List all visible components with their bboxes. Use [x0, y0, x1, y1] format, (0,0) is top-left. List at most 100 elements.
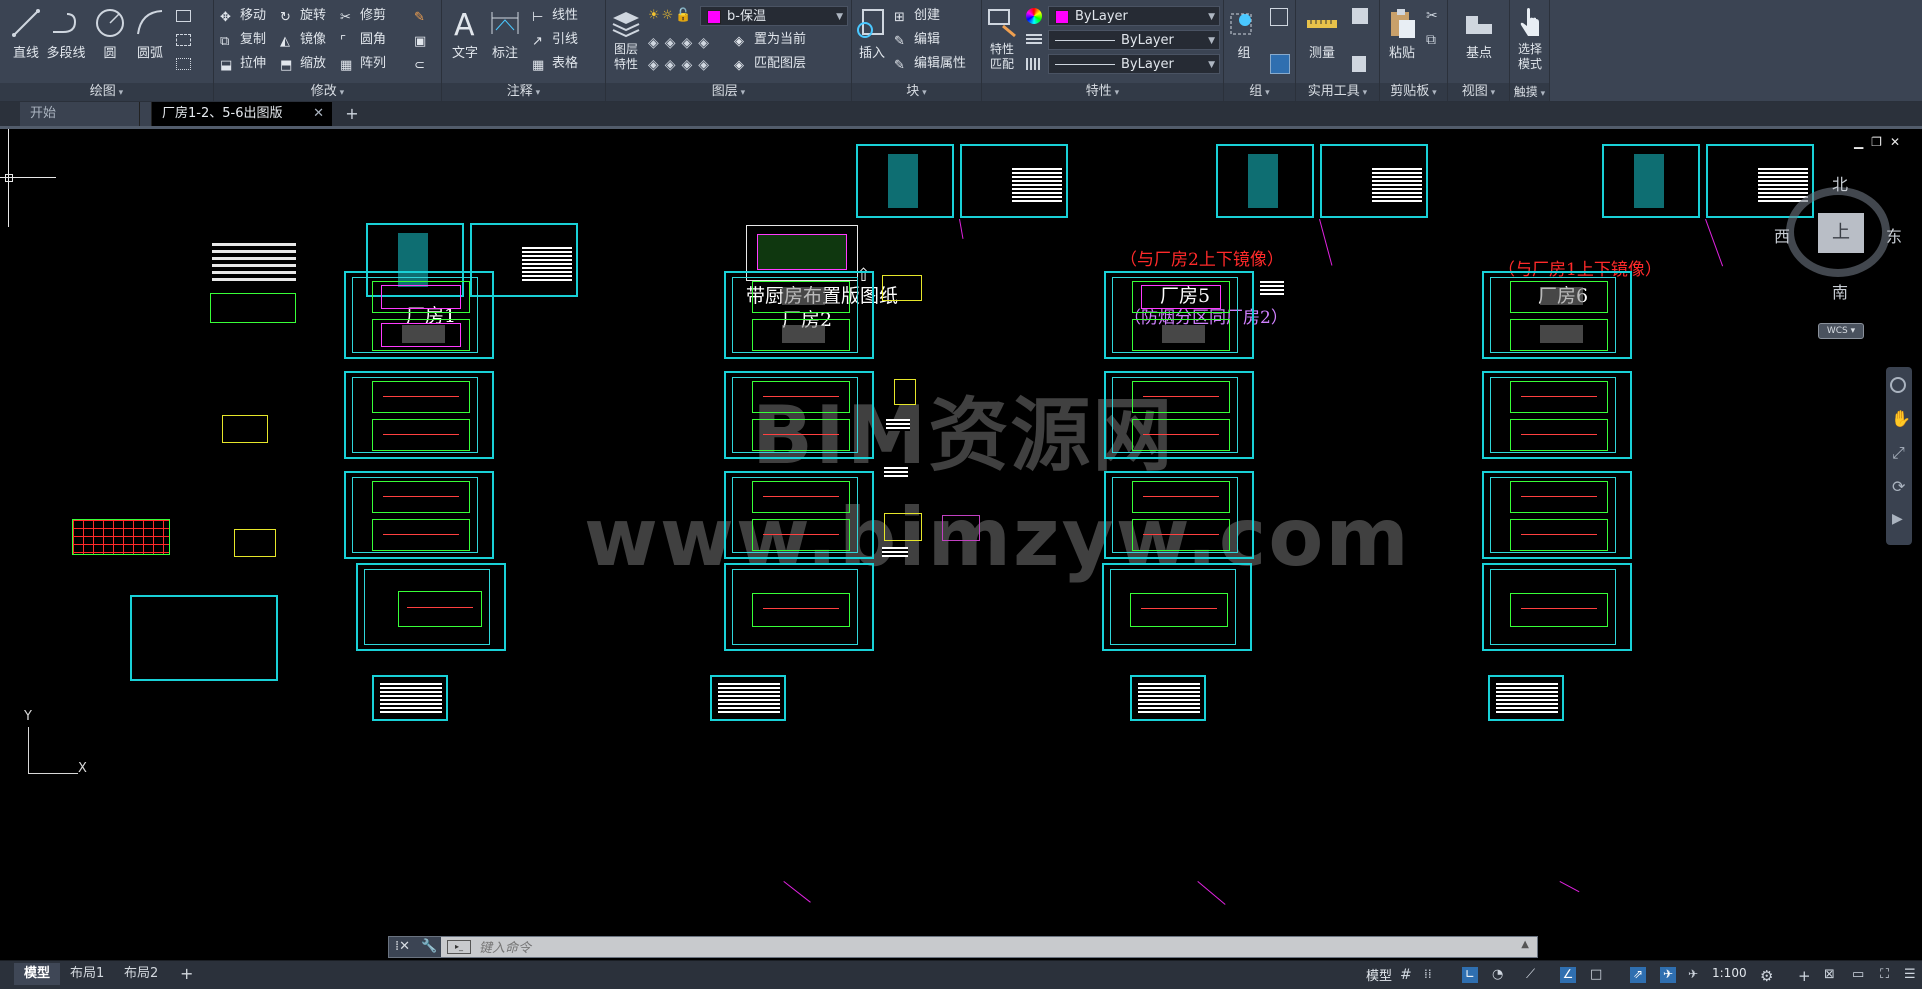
table-tool[interactable]: ▦ 表格: [532, 54, 578, 74]
draw-panel-title[interactable]: 绘图: [0, 83, 213, 101]
floor-plan-sheet[interactable]: [1104, 371, 1254, 459]
floor-plan-sheet[interactable]: [1104, 271, 1254, 359]
group-edit-icon[interactable]: [1270, 8, 1288, 26]
leader-tool[interactable]: ↗ 引线: [532, 30, 578, 50]
layer-lock-icon[interactable]: 🔓: [675, 8, 693, 23]
array-tool[interactable]: ▦ 阵列: [340, 54, 386, 74]
isolate-icon[interactable]: ⊠: [1824, 967, 1840, 983]
command-expand-icon[interactable]: ▲: [1521, 939, 1529, 950]
wcs-menu[interactable]: WCS ▾: [1818, 323, 1864, 339]
site-plan-outline[interactable]: [210, 293, 296, 323]
roof-plan-sheet[interactable]: [1102, 563, 1252, 651]
edit-block-tool[interactable]: ✎ 编辑: [894, 30, 940, 50]
viewcube-east[interactable]: 东: [1886, 223, 1902, 247]
stretch-tool[interactable]: ⬓ 拉伸: [220, 54, 266, 74]
close-icon[interactable]: ✕: [313, 102, 324, 126]
match-layer-tool[interactable]: ◈ 匹配图层: [734, 54, 806, 74]
layers-panel-title[interactable]: 图层: [606, 83, 851, 101]
layout-tab-model[interactable]: 模型: [14, 963, 61, 985]
edit-attributes-tool[interactable]: ✎ 编辑属性: [894, 54, 966, 74]
move-tool[interactable]: ✥ 移动: [220, 6, 266, 26]
quick-select-icon[interactable]: [1352, 8, 1368, 24]
customize-menu-icon[interactable]: ☰: [1904, 967, 1920, 983]
command-close-icon[interactable]: ⁞✕: [395, 939, 410, 954]
explode-tool[interactable]: ▣: [414, 30, 434, 50]
command-history-icon[interactable]: ▸_: [447, 940, 471, 954]
calculator-icon[interactable]: [1352, 56, 1366, 72]
floor-plan-sheet[interactable]: [1482, 371, 1632, 459]
floor-plan-sheet[interactable]: [1482, 471, 1632, 559]
command-customize-icon[interactable]: 🔧: [421, 939, 437, 954]
floor-plan-sheet[interactable]: [724, 471, 874, 559]
scale-tool[interactable]: ⬒ 缩放: [280, 54, 326, 74]
stair-outline[interactable]: [942, 515, 980, 541]
notes-sheet[interactable]: [960, 144, 1068, 218]
schedule-sheet[interactable]: [710, 675, 786, 721]
workspace-gear-icon[interactable]: ⚙: [1760, 967, 1776, 985]
linear-tool[interactable]: ⊢ 线性: [532, 6, 578, 26]
zoom-extents-icon[interactable]: ⤢: [1892, 443, 1905, 463]
linetype-dropdown[interactable]: ByLayer ▼: [1048, 30, 1220, 50]
restore-icon[interactable]: ❐: [1871, 135, 1890, 149]
annotation-visibility-icon[interactable]: ✈: [1660, 967, 1676, 983]
orbit-icon[interactable]: ⟳: [1892, 477, 1905, 496]
pan-icon[interactable]: ✋: [1891, 409, 1911, 428]
annotation-panel-title[interactable]: 注释: [442, 83, 605, 101]
tab-start[interactable]: 开始: [20, 102, 140, 126]
isodraft-icon[interactable]: ⟋: [1526, 967, 1542, 983]
tab-current-drawing[interactable]: 厂房1-2、5-6出图版_t7_t3* ✕: [152, 102, 332, 145]
hardware-acceleration-icon[interactable]: ▭: [1852, 967, 1868, 983]
showmotion-icon[interactable]: ▶: [1892, 511, 1903, 527]
detail-outline[interactable]: [884, 513, 922, 541]
utilities-panel-title[interactable]: 实用工具: [1296, 83, 1379, 101]
blank-sheet[interactable]: [130, 595, 278, 681]
viewcube[interactable]: 上 北 南 西 东: [1774, 169, 1908, 302]
roof-plan-sheet[interactable]: [724, 563, 874, 651]
layout-tab-1[interactable]: 布局1: [60, 963, 114, 985]
roof-plan-sheet[interactable]: [1482, 563, 1632, 651]
cut-icon[interactable]: ✂: [1426, 8, 1438, 24]
drawing-canvas[interactable]: ▁❐✕ BIM资源网 www.bimzyw.com ⇧ 厂房1 带厨房布置版图纸…: [0, 129, 1922, 952]
model-space-button[interactable]: 模型: [1366, 965, 1392, 984]
layer-dropdown[interactable]: b-保温 ▼: [700, 6, 848, 26]
group-select-icon[interactable]: [1270, 54, 1290, 74]
create-block-tool[interactable]: ⊞ 创建: [894, 6, 940, 26]
floor-plan-sheet[interactable]: [724, 271, 874, 359]
floor-plan-sheet[interactable]: [344, 371, 494, 459]
viewcube-north[interactable]: 北: [1832, 171, 1848, 195]
clipboard-panel-title[interactable]: 剪贴板: [1380, 83, 1447, 101]
modify-panel-title[interactable]: 修改: [214, 83, 441, 101]
new-tab-button[interactable]: +: [340, 102, 364, 126]
lineweight-dropdown[interactable]: ByLayer ▼: [1048, 54, 1220, 74]
lineweight-toggle-icon[interactable]: ⇗: [1630, 967, 1646, 983]
layout-tab-2[interactable]: 布局2: [114, 963, 168, 985]
text-tool[interactable]: A 文字: [448, 6, 482, 61]
layer-bulb-icon[interactable]: ☀: [648, 8, 662, 23]
paste-tool[interactable]: 粘贴: [1382, 6, 1422, 61]
floor-plan-sheet[interactable]: [344, 271, 494, 359]
viewcube-south[interactable]: 南: [1832, 279, 1848, 303]
lineweight-icon[interactable]: [1026, 58, 1042, 70]
add-layout-button[interactable]: +: [170, 963, 203, 985]
viewcube-top-face[interactable]: 上: [1818, 213, 1864, 253]
select-mode-tool[interactable]: 选择 模式: [1510, 6, 1550, 72]
arc-tool[interactable]: 圆弧: [130, 6, 170, 61]
plus-icon[interactable]: +: [1798, 967, 1814, 985]
touch-panel-title[interactable]: 触摸: [1510, 83, 1549, 101]
cover-sheet[interactable]: [856, 144, 954, 218]
command-input[interactable]: [477, 937, 1521, 959]
schedule-sheet[interactable]: [1130, 675, 1206, 721]
groups-panel-title[interactable]: 组: [1224, 83, 1295, 101]
group-tool[interactable]: 组: [1226, 6, 1262, 61]
rectangle-tool[interactable]: [176, 6, 195, 26]
line-tool[interactable]: 直线: [6, 6, 46, 61]
color-wheel-icon[interactable]: [1026, 8, 1042, 24]
layer-freeze-icon[interactable]: ☼: [662, 8, 676, 23]
trim-tool[interactable]: ✂ 修剪: [340, 6, 386, 26]
detail-outline[interactable]: [222, 415, 268, 443]
clean-screen-icon[interactable]: ⛶: [1880, 967, 1896, 983]
viewcube-west[interactable]: 西: [1774, 223, 1790, 247]
ortho-icon[interactable]: ∟: [1462, 967, 1478, 983]
layer-tools-row-2[interactable]: ◈◈◈◈: [648, 54, 715, 76]
fillet-tool[interactable]: ⌜ 圆角: [340, 30, 386, 50]
